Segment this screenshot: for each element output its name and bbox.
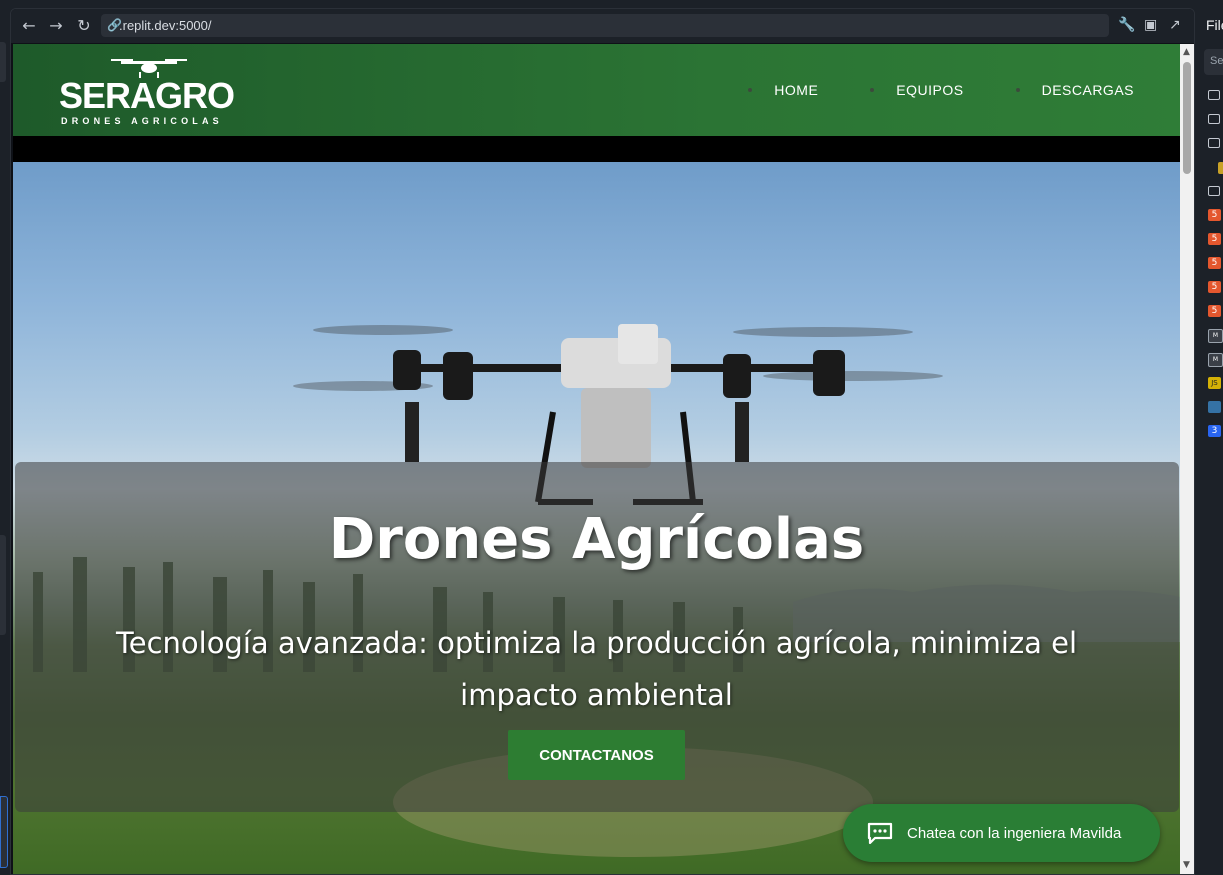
- site-header: SERAGRO DRONES AGRICOLAS HOME EQUIPOS DE…: [13, 44, 1180, 136]
- url-toolbar: ← → ↻ 🔗 .replit.dev:5000/ 🔧 ▣ ↗: [11, 9, 1194, 43]
- scroll-down-arrow-icon[interactable]: ▼: [1183, 860, 1190, 870]
- contact-button[interactable]: CONTACTANOS: [508, 730, 685, 780]
- js-file-icon[interactable]: JS: [1208, 377, 1221, 389]
- folder-icon[interactable]: [1208, 114, 1220, 124]
- bullet-icon: [748, 88, 753, 92]
- python-file-icon[interactable]: [1208, 401, 1221, 413]
- html-file-icon[interactable]: 5: [1208, 281, 1221, 293]
- bullet-icon: [1015, 88, 1020, 92]
- chat-bubble-icon: [867, 822, 893, 844]
- scroll-thumb[interactable]: [1183, 62, 1191, 174]
- open-new-tab-icon[interactable]: ↗: [1169, 17, 1181, 33]
- files-panel-title: Files: [1206, 17, 1223, 33]
- scroll-up-arrow-icon[interactable]: ▲: [1183, 47, 1190, 57]
- folder-icon[interactable]: [1208, 90, 1220, 100]
- header-spacer: [13, 136, 1180, 162]
- page-scrollbar[interactable]: ▲ ▼: [1180, 44, 1194, 874]
- ide-panel-edge: [0, 796, 8, 868]
- files-panel: Files Se 5 5 5 5 5 M M JS 3: [1197, 0, 1223, 873]
- reload-icon[interactable]: ↻: [74, 16, 94, 36]
- main-nav: HOME EQUIPOS DESCARGAS: [696, 44, 1134, 136]
- back-arrow-icon[interactable]: ←: [19, 16, 39, 36]
- logo-tagline: DRONES AGRICOLAS: [61, 116, 223, 126]
- hero-title: Drones Agrícolas: [328, 507, 865, 572]
- nav-label: EQUIPOS: [896, 82, 964, 98]
- hero-section: Drones Agrícolas Tecnología avanzada: op…: [13, 162, 1180, 874]
- html-file-icon[interactable]: 5: [1208, 305, 1221, 317]
- logo-wordmark: SERAGRO: [59, 75, 235, 116]
- html-file-icon[interactable]: 5: [1208, 209, 1221, 221]
- logo[interactable]: SERAGRO DRONES AGRICOLAS: [59, 56, 235, 128]
- folder-icon[interactable]: [1208, 186, 1220, 196]
- nav-descargas[interactable]: DESCARGAS: [1015, 82, 1134, 98]
- nav-label: DESCARGAS: [1041, 82, 1134, 98]
- hero-subtitle: Tecnología avanzada: optimiza la producc…: [115, 626, 1078, 712]
- markdown-file-icon[interactable]: M: [1208, 353, 1223, 367]
- files-search-placeholder: Se: [1210, 55, 1223, 67]
- nav-label: HOME: [774, 82, 819, 98]
- html-file-icon[interactable]: 5: [1208, 257, 1221, 269]
- css-file-icon[interactable]: 3: [1208, 425, 1221, 437]
- webview-pane: ← → ↻ 🔗 .replit.dev:5000/ 🔧 ▣ ↗ SERAGRO: [10, 8, 1195, 875]
- address-bar[interactable]: 🔗 .replit.dev:5000/: [101, 14, 1109, 37]
- markdown-file-icon[interactable]: M: [1208, 329, 1223, 343]
- nav-equipos[interactable]: EQUIPOS: [870, 82, 963, 98]
- folder-open-icon[interactable]: [1208, 138, 1220, 148]
- devtools-wrench-icon[interactable]: 🔧: [1118, 17, 1135, 33]
- ide-panel-edge: [0, 535, 6, 635]
- url-text: .replit.dev:5000/: [119, 18, 212, 33]
- file-icon[interactable]: [1218, 162, 1223, 174]
- chat-button[interactable]: Chatea con la ingeniera Mavilda: [843, 804, 1160, 862]
- nav-home[interactable]: HOME: [748, 82, 818, 98]
- html-file-icon[interactable]: 5: [1208, 233, 1221, 245]
- website: SERAGRO DRONES AGRICOLAS HOME EQUIPOS DE…: [13, 44, 1180, 874]
- files-search-input[interactable]: Se: [1204, 49, 1223, 75]
- ide-left-strip: [0, 0, 10, 873]
- ide-panel-edge: [0, 42, 6, 82]
- chat-label: Chatea con la ingeniera Mavilda: [907, 824, 1122, 842]
- forward-arrow-icon[interactable]: →: [46, 16, 66, 36]
- bullet-icon: [870, 88, 875, 92]
- device-preview-icon[interactable]: ▣: [1144, 17, 1157, 33]
